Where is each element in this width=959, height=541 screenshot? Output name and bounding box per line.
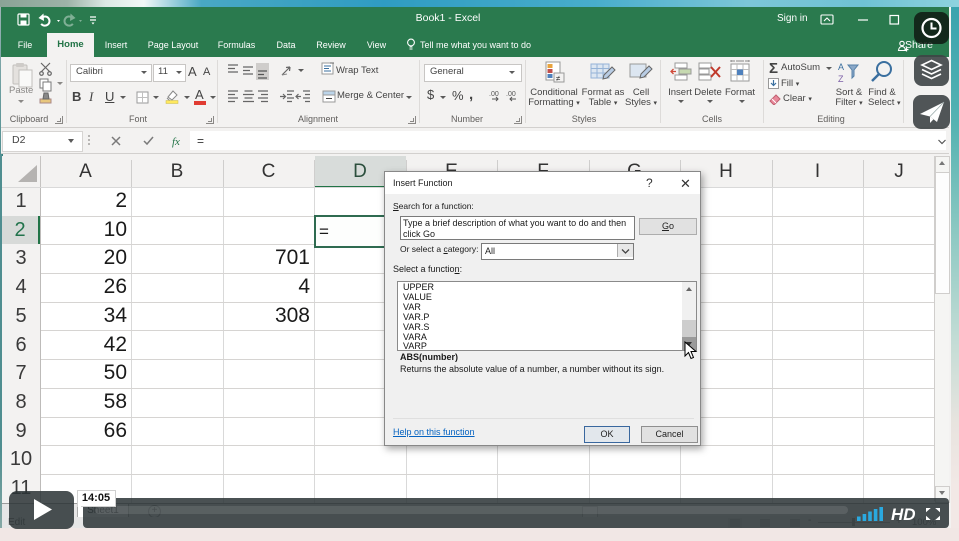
svg-text:A: A — [838, 62, 844, 72]
svg-text:.00: .00 — [506, 91, 516, 98]
svg-text:Z: Z — [838, 74, 844, 84]
svg-text:.00: .00 — [489, 91, 499, 98]
svg-text:≠: ≠ — [556, 74, 561, 83]
svg-text:fx: fx — [172, 136, 180, 148]
